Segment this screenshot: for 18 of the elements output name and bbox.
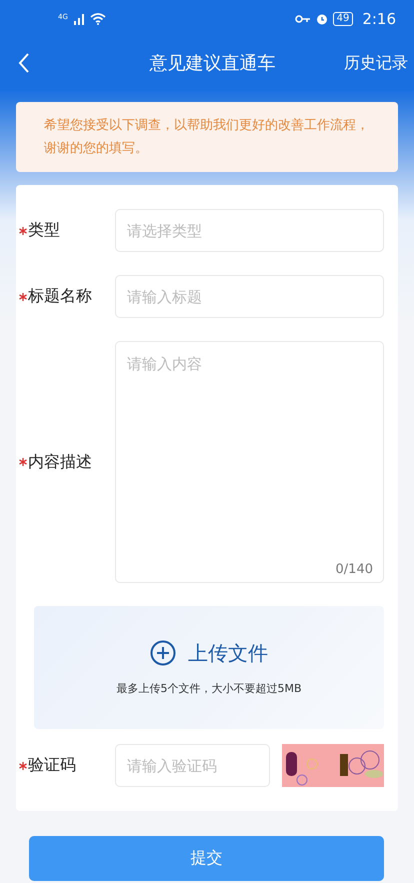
- char-counter: 0/140: [336, 562, 373, 577]
- captcha-input[interactable]: 请输入验证码: [115, 744, 270, 787]
- content-textarea[interactable]: 请输入内容 0/140: [115, 341, 384, 583]
- field-label: 类型: [28, 220, 60, 241]
- battery-level: 49: [332, 12, 354, 26]
- field-label: 验证码: [28, 755, 76, 776]
- field-label: 标题名称: [28, 286, 92, 307]
- clock-time: 2:16: [362, 10, 396, 28]
- title-input[interactable]: 请输入标题: [115, 275, 384, 318]
- notice-banner: 希望您接受以下调查，以帮助我们更好的改善工作流程，谢谢的您的填写。: [16, 102, 398, 172]
- upload-area[interactable]: 上传文件 最多上传5个文件，大小不要超过5MB: [34, 606, 384, 729]
- submit-button[interactable]: 提交: [29, 836, 384, 881]
- field-label: 内容描述: [28, 452, 92, 472]
- page-title: 意见建议直通车: [150, 52, 276, 75]
- upload-hint: 最多上传5个文件，大小不要超过5MB: [116, 680, 302, 696]
- type-select[interactable]: 请选择类型: [115, 209, 384, 252]
- history-link[interactable]: 历史记录: [344, 52, 408, 74]
- upload-title: 上传文件: [188, 640, 268, 666]
